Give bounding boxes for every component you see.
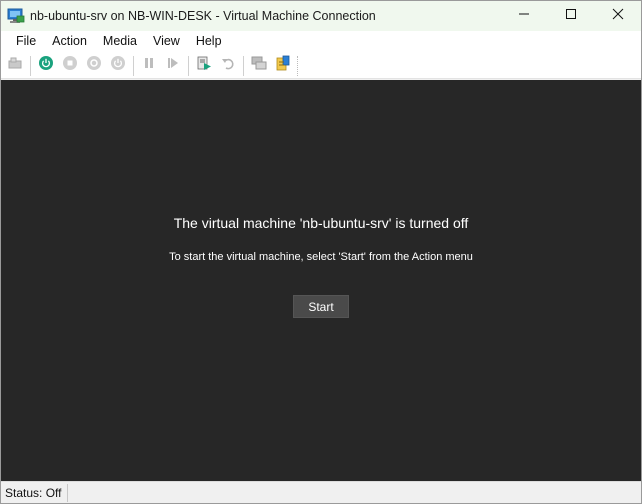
status-text: Status: Off (5, 485, 62, 500)
vm-start-hint: To start the virtual machine, select 'St… (169, 251, 473, 263)
close-icon (612, 7, 624, 25)
toolbar-separator (30, 55, 31, 76)
toolbar (1, 53, 641, 79)
maximize-icon (565, 7, 577, 25)
pause-icon (141, 55, 157, 76)
vm-connection-icon (7, 7, 25, 25)
start-button[interactable]: Start (293, 295, 349, 318)
menu-bar: File Action Media View Help (1, 31, 641, 53)
maximize-button[interactable] (547, 1, 594, 31)
resume-icon (165, 55, 181, 76)
vm-status-message: The virtual machine 'nb-ubuntu-srv' is t… (173, 215, 469, 231)
window-controls (500, 1, 641, 31)
close-button[interactable] (594, 1, 641, 31)
menu-action[interactable]: Action (44, 31, 95, 53)
pause-button[interactable] (139, 56, 159, 76)
window-title: nb-ubuntu-srv on NB-WIN-DESK - Virtual M… (30, 9, 376, 23)
menu-file[interactable]: File (1, 31, 44, 53)
power-save-button[interactable] (108, 56, 128, 76)
enhanced-session-button[interactable] (249, 56, 269, 76)
menu-media[interactable]: Media (95, 31, 145, 53)
toolbar-separator (243, 55, 244, 76)
menu-help[interactable]: Help (188, 31, 230, 53)
share-icon (275, 55, 291, 76)
toolbar-separator (133, 55, 134, 76)
shut-down-button[interactable] (84, 56, 104, 76)
status-divider (67, 483, 69, 502)
turn-off-button[interactable] (60, 56, 80, 76)
minimize-button[interactable] (500, 1, 547, 31)
start-power-icon (38, 55, 54, 76)
checkpoint-button[interactable] (194, 56, 214, 76)
resume-button[interactable] (163, 56, 183, 76)
enhanced-session-icon (251, 55, 267, 76)
revert-button[interactable] (218, 56, 238, 76)
checkpoint-icon (196, 55, 212, 76)
toolbar-separator (188, 55, 189, 76)
vm-connection-window: nb-ubuntu-srv on NB-WIN-DESK - Virtual M… (0, 0, 642, 504)
toolbar-grip[interactable] (297, 55, 300, 76)
shut-down-icon (86, 55, 102, 76)
vm-display-area[interactable]: The virtual machine 'nb-ubuntu-srv' is t… (1, 80, 641, 481)
power-save-icon (110, 55, 126, 76)
minimize-icon (518, 7, 530, 25)
status-bar: Status: Off (1, 481, 641, 503)
title-bar[interactable]: nb-ubuntu-srv on NB-WIN-DESK - Virtual M… (1, 1, 641, 31)
ctrl-alt-del-button[interactable] (5, 56, 25, 76)
ctrl-alt-del-icon (7, 55, 23, 76)
turn-off-icon (62, 55, 78, 76)
revert-icon (220, 55, 236, 76)
start-button-toolbar[interactable] (36, 56, 56, 76)
share-button[interactable] (273, 55, 293, 76)
menu-view[interactable]: View (145, 31, 188, 53)
